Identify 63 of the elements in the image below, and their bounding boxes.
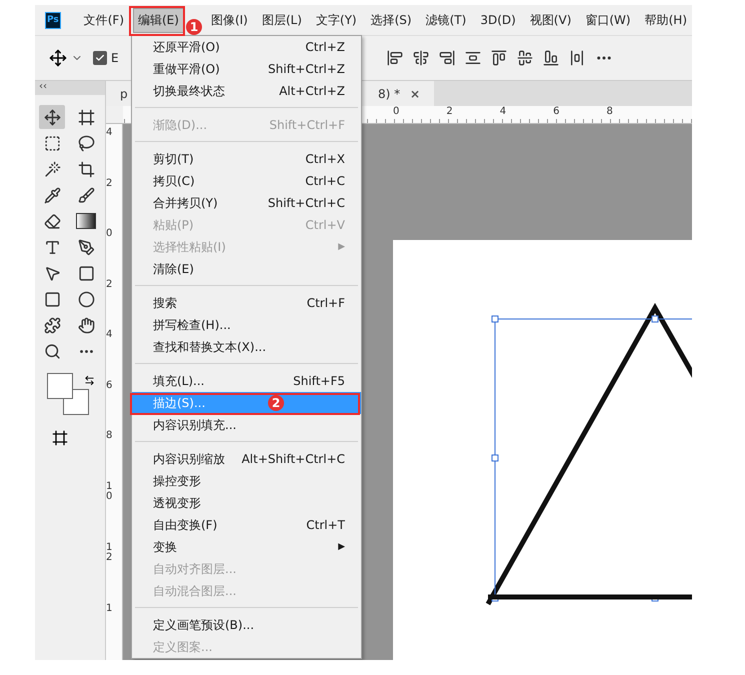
menu-option[interactable]: 合并拷贝(Y) Shift+Ctrl+C bbox=[132, 192, 361, 214]
menu-option[interactable]: 查找和替换文本(X)... bbox=[132, 336, 361, 358]
menu-option[interactable]: 还原平滑(O) Ctrl+Z bbox=[132, 36, 361, 58]
menu-option[interactable]: 内容识别填充... bbox=[132, 414, 361, 436]
menu-item[interactable]: 图像(I) bbox=[206, 8, 253, 32]
submenu-arrow-icon: ▶ bbox=[338, 242, 345, 252]
move-icon[interactable] bbox=[39, 105, 65, 129]
checkmark-icon bbox=[95, 53, 105, 63]
menu-option[interactable]: 填充(L)... Shift+F5 bbox=[132, 370, 361, 392]
menu-option[interactable]: 搜索 Ctrl+F bbox=[132, 292, 361, 314]
swap-icon[interactable] bbox=[84, 375, 94, 386]
menu-item[interactable]: 文件(F) bbox=[78, 8, 129, 32]
highlight-frame bbox=[129, 6, 185, 36]
menu-option[interactable]: 操控变形 bbox=[132, 470, 361, 492]
menu-option[interactable]: 切换最终状态 Alt+Ctrl+Z bbox=[132, 80, 361, 102]
checkbox[interactable] bbox=[93, 51, 107, 65]
menu-option[interactable]: 变换 ▶ bbox=[132, 536, 361, 558]
menu-item[interactable]: 文字(Y) bbox=[310, 8, 362, 32]
ruler-label: 4 bbox=[500, 106, 506, 119]
ruler-label: 6 bbox=[106, 380, 114, 391]
ruler-label: 4 bbox=[106, 330, 114, 340]
ruler-label: 12 bbox=[106, 542, 114, 564]
menu-option[interactable]: 清除(E) bbox=[132, 258, 361, 280]
menu-item[interactable]: 3D(D) bbox=[475, 9, 521, 31]
ruler-label: 2 bbox=[106, 178, 114, 189]
ruler-label: 4 bbox=[106, 128, 114, 138]
app-logo: Ps bbox=[45, 12, 61, 28]
menu-item[interactable]: 窗口(W) bbox=[580, 8, 636, 32]
collapse-button[interactable]: ‹‹ bbox=[35, 81, 105, 95]
menu-option[interactable]: 拷贝(C) Ctrl+C bbox=[132, 170, 361, 192]
menu-option[interactable]: 拼写检查(H)... bbox=[132, 314, 361, 336]
align-icon[interactable] bbox=[464, 50, 481, 66]
menu-option[interactable]: 重做平滑(O) Shift+Ctrl+Z bbox=[132, 58, 361, 80]
ruler-label: 0 bbox=[393, 106, 400, 119]
move-icon[interactable] bbox=[49, 49, 67, 67]
ruler-label: 1 bbox=[106, 604, 114, 614]
submenu-arrow-icon: ▶ bbox=[338, 542, 345, 552]
ruler-label: 8 bbox=[106, 431, 114, 442]
menu-item[interactable]: 视图(V) bbox=[524, 8, 576, 32]
menu-option[interactable]: 内容识别缩放 Alt+Shift+Ctrl+C bbox=[132, 448, 361, 470]
ruler-label: 8 bbox=[606, 106, 613, 119]
align-icon[interactable] bbox=[490, 50, 507, 66]
menu-item[interactable]: 帮助(H) bbox=[640, 8, 692, 32]
menu-item[interactable]: 编辑(E) bbox=[133, 8, 184, 32]
align-icon[interactable] bbox=[412, 50, 429, 66]
ruler-label: 10 bbox=[106, 482, 114, 502]
align-icon[interactable] bbox=[438, 50, 455, 66]
menu-option[interactable]: 透视变形 bbox=[132, 492, 361, 514]
menu-option[interactable]: 定义画笔预设(B)... bbox=[132, 614, 361, 636]
menu-option[interactable]: 剪切(T) Ctrl+X bbox=[132, 148, 361, 170]
menu-item[interactable]: 图层(L) bbox=[256, 8, 307, 32]
checkbox-label: E bbox=[111, 51, 119, 65]
ruler-label: 6 bbox=[553, 106, 560, 119]
menu-option[interactable]: 自由变换(F) Ctrl+T bbox=[132, 514, 361, 536]
align-icon[interactable] bbox=[568, 50, 585, 66]
align-icon[interactable] bbox=[516, 50, 533, 66]
menu-item[interactable]: 滤镜(T) bbox=[420, 8, 472, 32]
ruler-label: 2 bbox=[446, 106, 453, 119]
ruler-label: 2 bbox=[106, 280, 114, 290]
ruler-label: 0 bbox=[106, 229, 114, 240]
menu-item[interactable]: 选择(S) bbox=[366, 8, 417, 32]
align-icon[interactable] bbox=[542, 50, 559, 66]
align-icon[interactable] bbox=[386, 50, 403, 66]
